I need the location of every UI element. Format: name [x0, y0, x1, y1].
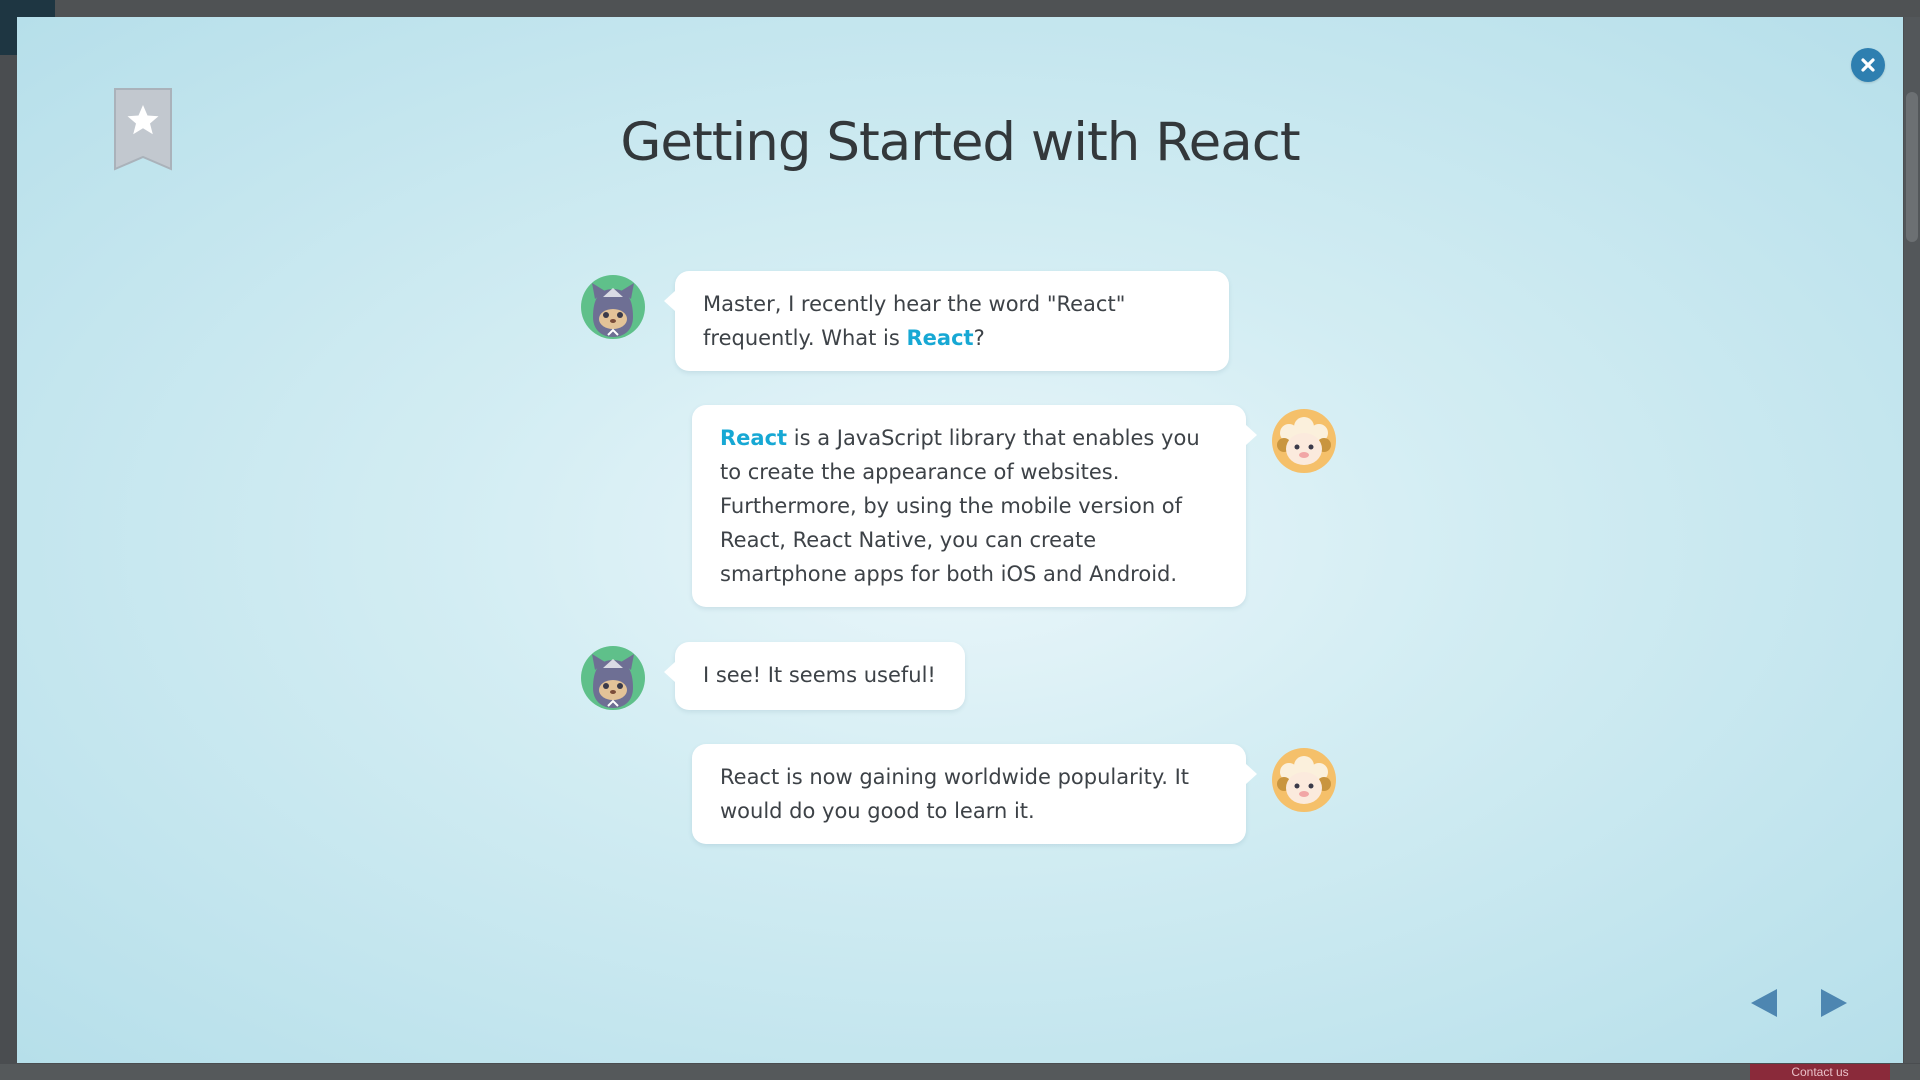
next-arrow-icon — [1821, 989, 1847, 1017]
page-scrollbar-thumb[interactable] — [1906, 92, 1918, 242]
message-text: React is now gaining worldwide popularit… — [720, 765, 1190, 823]
lesson-modal: Getting Started with React Master, I rec… — [17, 17, 1903, 1063]
chat-message-master: React is now gaining worldwide popularit… — [692, 744, 1257, 844]
page-scrollbar[interactable] — [1904, 17, 1920, 1063]
student-avatar — [581, 275, 645, 339]
cat-student-avatar-icon — [581, 275, 645, 339]
message-text: I see! It seems useful! — [703, 663, 936, 687]
message-text: ? — [973, 326, 985, 350]
student-avatar — [581, 646, 645, 710]
chat-message-student: Master, I recently hear the word "React"… — [664, 271, 1229, 371]
cat-student-avatar-icon — [581, 646, 645, 710]
background-top-bar — [0, 0, 1920, 17]
sheep-master-avatar-icon — [1272, 748, 1336, 812]
highlighted-term: React — [720, 426, 788, 450]
next-page-button[interactable] — [1817, 985, 1851, 1021]
contact-us-button[interactable]: Contact us — [1750, 1064, 1890, 1080]
sheep-master-avatar-icon — [1272, 409, 1336, 473]
close-icon — [1861, 58, 1875, 72]
prev-page-button[interactable] — [1747, 985, 1781, 1021]
highlighted-term: React — [906, 326, 974, 350]
chat-message-master: React is a JavaScript library that enabl… — [692, 405, 1257, 607]
close-button[interactable] — [1851, 48, 1885, 82]
message-text: is a JavaScript library that enables you… — [720, 426, 1200, 586]
master-avatar — [1272, 748, 1336, 812]
background-bottom-bar — [0, 1064, 1920, 1080]
prev-arrow-icon — [1751, 989, 1777, 1017]
master-avatar — [1272, 409, 1336, 473]
chat-message-student: I see! It seems useful! — [664, 642, 965, 710]
page-title: Getting Started with React — [620, 112, 1300, 173]
